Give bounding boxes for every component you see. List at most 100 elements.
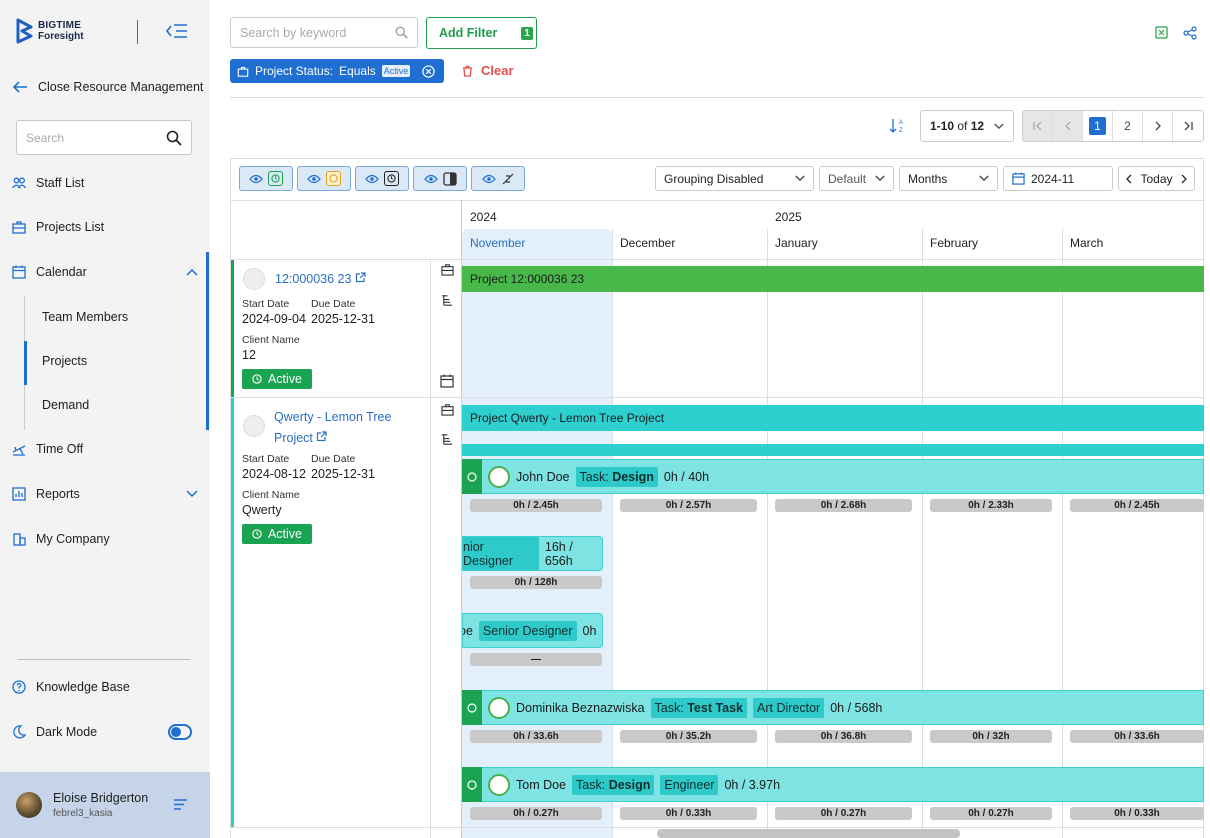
back-close-resource-management[interactable]: Close Resource Management [12, 80, 203, 94]
dark-mode-label: Dark Mode [36, 725, 98, 739]
project-timeline-bar[interactable]: Project 12:000036 23 [462, 266, 1204, 292]
filter-chip-project-status[interactable]: Project Status: Equals Active [230, 59, 444, 83]
sidebar-item-team-members[interactable]: Team Members [42, 310, 128, 324]
chevron-right-icon[interactable] [1180, 174, 1188, 184]
first-page-button[interactable] [1023, 111, 1053, 141]
project-name-line1[interactable]: Qwerty - Lemon Tree [274, 410, 391, 424]
toggle-visibility-closed[interactable] [355, 166, 409, 191]
resource-name: Dominika Beznazwiska [516, 700, 645, 715]
hierarchy-icon[interactable] [441, 294, 454, 307]
calendar-active-indicator [206, 252, 209, 430]
sidebar-item-knowledge-base[interactable]: Knowledge Base [12, 680, 130, 694]
user-profile[interactable]: Eloise Bridgerton febrel3_kasia [0, 772, 210, 838]
keyword-search-input[interactable]: Search by keyword [230, 17, 418, 48]
month-march: March [1070, 236, 1104, 250]
page-2-button[interactable]: 2 [1113, 111, 1143, 141]
clear-label: Clear [481, 63, 514, 78]
sidebar-item-staff-list[interactable]: Staff List [12, 176, 84, 190]
time-scale-select[interactable]: Months [899, 166, 998, 191]
filter-value-badge: Active [381, 65, 411, 77]
toggle-visibility-archived[interactable] [413, 166, 467, 191]
sidebar-item-projects-list[interactable]: Projects List [12, 220, 104, 234]
sidebar-item-my-company[interactable]: My Company [12, 532, 110, 546]
task-prefix: Task: [654, 700, 684, 715]
status-marker [462, 690, 482, 725]
clock-black-icon [384, 171, 399, 186]
month-hours-pill: — [470, 653, 602, 666]
date-value: 2024-11 [1031, 171, 1075, 186]
hours: 0h / 568h [830, 700, 883, 715]
month-col-line [922, 229, 923, 838]
month-hours-pill: 0h / 2.68h [775, 499, 912, 512]
collapse-menu-icon[interactable] [166, 23, 188, 39]
due-date-label: Due Date [311, 453, 356, 465]
assignment-bar-dominika-beznazwiska[interactable]: Dominika Beznazwiska Task: Test Task Art… [462, 690, 1204, 725]
current-month-column [462, 229, 612, 838]
project-summary-bar [462, 444, 1204, 456]
building-icon [13, 533, 26, 546]
brand-logo[interactable]: BIGTIME Foresight [16, 18, 84, 44]
project-timeline-bar[interactable]: Project Qwerty - Lemon Tree Project [462, 405, 1204, 431]
project-link[interactable]: Project [274, 431, 327, 445]
toggle-visibility-allocation[interactable] [471, 166, 525, 191]
route-icon [502, 173, 513, 184]
default-select[interactable]: Default [819, 166, 894, 191]
task-name: Design [612, 469, 654, 484]
sidebar-item-demand[interactable]: Demand [42, 398, 89, 412]
clock-icon [467, 471, 477, 482]
month-hours-pill: 0h / 32h [930, 730, 1052, 743]
assignment-bar-senior-designer[interactable]: nior Designer 16h / 656h [462, 536, 603, 571]
horizontal-scrollbar[interactable] [657, 829, 960, 838]
grouping-select[interactable]: Grouping Disabled [655, 166, 814, 191]
page-range-text: 1-10 of 12 [930, 119, 984, 133]
toggle-visibility-pending[interactable] [297, 166, 351, 191]
sidebar-item-calendar[interactable]: Calendar [12, 265, 198, 279]
add-filter-label: Add Filter [439, 26, 498, 40]
user-menu-icon[interactable] [174, 799, 187, 810]
sort-az-icon[interactable]: AZ [888, 117, 906, 135]
chevron-down-icon [994, 123, 1004, 129]
hierarchy-icon[interactable] [441, 433, 454, 446]
due-date-label: Due Date [311, 298, 356, 310]
last-page-icon [1184, 121, 1193, 131]
sidebar-item-time-off[interactable]: Time Off [12, 442, 83, 456]
chevron-left-icon[interactable] [1125, 174, 1133, 184]
status-badge: Active [242, 524, 312, 544]
page-1-button[interactable]: 1 [1083, 111, 1113, 141]
month-hours-pill: 0h / 0.27h [930, 807, 1052, 820]
last-page-button[interactable] [1173, 111, 1203, 141]
next-page-button[interactable] [1143, 111, 1173, 141]
eye-icon [307, 174, 321, 183]
default-value: Default [828, 171, 867, 186]
dark-mode-toggle[interactable] [168, 724, 192, 740]
calendar-icon[interactable] [440, 374, 454, 388]
prev-page-button[interactable] [1053, 111, 1083, 141]
grouping-value: Grouping Disabled [664, 171, 764, 186]
today-button[interactable]: Today [1140, 172, 1172, 186]
eye-icon [249, 174, 263, 183]
sidebar-search-input[interactable]: Search [16, 120, 192, 155]
page-range-select[interactable]: 1-10 of 12 [920, 110, 1014, 142]
first-page-icon [1032, 121, 1041, 131]
toggle-visibility-active[interactable] [239, 166, 293, 191]
excel-export-icon[interactable] [1155, 26, 1168, 39]
assignment-bar-senior-designer[interactable]: oe Senior Designer 0h [462, 613, 603, 648]
half-square-icon [442, 171, 457, 186]
sidebar-item-calendar-projects[interactable]: Projects [42, 354, 87, 368]
sidebar-item-reports[interactable]: Reports [12, 487, 198, 501]
clear-filters-button[interactable]: Clear [462, 63, 514, 78]
assignment-bar-john-doe[interactable]: John Doe Task: Design 0h / 40h [462, 459, 1204, 494]
date-picker[interactable]: 2024-11 [1003, 166, 1113, 191]
share-icon[interactable] [1183, 26, 1197, 40]
header-divider [230, 200, 1204, 201]
briefcase-icon[interactable] [441, 263, 454, 276]
clock-icon [467, 779, 477, 790]
sidebar-divider [18, 659, 190, 660]
briefcase-icon[interactable] [441, 403, 454, 416]
assignment-bar-tom-doe[interactable]: Tom Doe Task: Design Engineer 0h / 3.97h [462, 767, 1204, 802]
reports-icon [12, 487, 26, 501]
project-link[interactable]: 12:000036 23 [275, 272, 366, 286]
add-filter-button[interactable]: Add Filter 1 [426, 17, 537, 49]
start-date-label: Start Date [242, 298, 290, 310]
remove-filter-icon[interactable] [422, 64, 435, 78]
